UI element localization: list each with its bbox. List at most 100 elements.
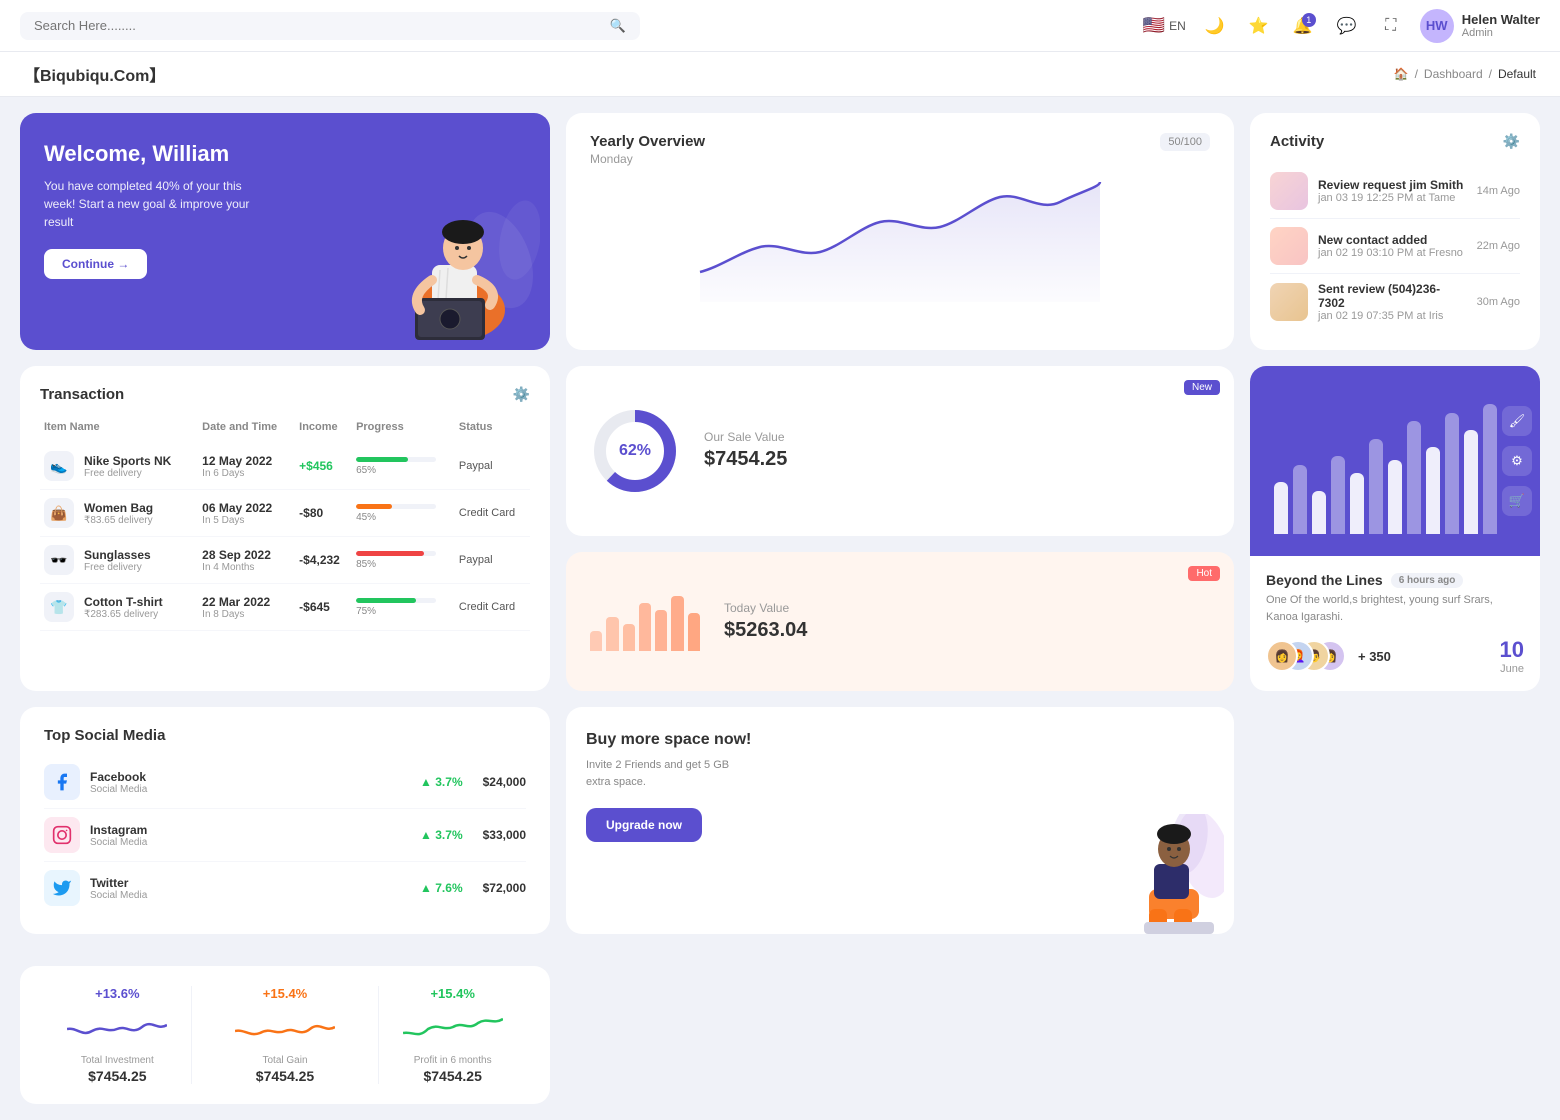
cart-icon[interactable]: 🛒 (1502, 486, 1532, 516)
table-row: 👕Cotton T-shirt₹283.65 delivery 22 Mar 2… (40, 584, 530, 631)
donut-label: 62% (619, 442, 651, 460)
beyond-title-text: Beyond the Lines (1266, 572, 1383, 588)
lang-label: EN (1169, 19, 1186, 33)
beyond-bar-item (1483, 404, 1497, 534)
buy-space-illustration (1094, 814, 1224, 934)
today-bar-item (590, 631, 602, 652)
stat-amount-3: $7454.25 (379, 1068, 526, 1084)
breadcrumb: 🏠 / Dashboard / Default (1394, 67, 1536, 81)
fb-type: Social Media (90, 784, 410, 795)
transaction-table: Item Name Date and Time Income Progress … (40, 415, 530, 631)
stat-amount-2: $7454.25 (212, 1068, 359, 1084)
beyond-info: Beyond the Lines 6 hours ago One Of the … (1250, 556, 1540, 691)
yearly-progress: 50/100 (1160, 133, 1210, 151)
paintbrush-icon[interactable]: 🖌 (1502, 406, 1532, 436)
sale-info: Our Sale Value $7454.25 (704, 430, 1210, 471)
user-text: Helen Walter Admin (1462, 12, 1540, 39)
fb-name: Facebook (90, 770, 410, 784)
activity-title-1: Review request jim Smith (1318, 178, 1467, 192)
today-value-card: Hot Today Value $5263.04 (566, 552, 1234, 692)
upgrade-button[interactable]: Upgrade now (586, 808, 702, 842)
gear-side-icon[interactable]: ⚙ (1502, 446, 1532, 476)
social-info-tw: Twitter Social Media (90, 876, 410, 901)
messages-icon[interactable]: 💬 (1332, 11, 1362, 41)
language-selector[interactable]: 🇺🇸 EN (1143, 15, 1186, 36)
table-row: 👜Women Bag₹83.65 delivery 06 May 2022In … (40, 490, 530, 537)
beyond-bar-item (1388, 460, 1402, 534)
fullscreen-icon[interactable]: ⛶ (1376, 11, 1406, 41)
beyond-bar-item (1407, 421, 1421, 534)
new-badge: New (1184, 380, 1220, 395)
june-month: June (1500, 663, 1524, 675)
welcome-subtitle: You have completed 40% of your this week… (44, 177, 264, 231)
breadcrumb-bar: 【Biqubiqu.Com】 🏠 / Dashboard / Default (0, 52, 1560, 97)
sparkline-3 (403, 1009, 503, 1045)
fb-change: ▲ 3.7% (420, 775, 463, 789)
activity-item: Review request jim Smith jan 03 19 12:25… (1270, 164, 1520, 219)
beyond-card: 🖌 ⚙ 🛒 Beyond the Lines 6 hours ago One O… (1250, 366, 1540, 691)
today-amount: $5263.04 (724, 619, 1210, 642)
social-title: Top Social Media (44, 727, 526, 744)
activity-title-3: Sent review (504)236-7302 (1318, 282, 1467, 310)
activity-thumb-3 (1270, 283, 1308, 321)
transaction-settings-icon[interactable]: ⚙️ (513, 386, 530, 403)
user-menu[interactable]: HW Helen Walter Admin (1420, 9, 1540, 43)
stat-label-3: Profit in 6 months (379, 1055, 526, 1066)
table-row: 🕶️SunglassesFree delivery 28 Sep 2022In … (40, 537, 530, 584)
main-grid: Welcome, William You have completed 40% … (0, 97, 1560, 707)
welcome-illustration (360, 180, 540, 350)
tw-amount: $72,000 (483, 881, 526, 895)
dark-mode-toggle[interactable]: 🌙 (1200, 11, 1230, 41)
activity-time-1: 14m Ago (1477, 185, 1520, 197)
tw-change: ▲ 7.6% (420, 881, 463, 895)
yearly-chart (590, 172, 1210, 302)
today-bar-item (623, 624, 635, 652)
stat-amount-1: $7454.25 (44, 1068, 191, 1084)
breadcrumb-default: Default (1498, 67, 1536, 81)
user-role: Admin (1462, 27, 1540, 39)
stat-investment: +13.6% Total Investment $7454.25 (44, 986, 191, 1084)
hot-badge: Hot (1188, 566, 1220, 581)
user-name: Helen Walter (1462, 12, 1540, 27)
june-num: 10 (1500, 637, 1524, 663)
notification-badge: 1 (1302, 13, 1316, 27)
activity-item-3: Sent review (504)236-7302 jan 02 19 07:3… (1270, 274, 1520, 330)
today-bar-item (606, 617, 618, 651)
tw-type: Social Media (90, 890, 410, 901)
col-status: Status (455, 415, 530, 443)
stat-gain: +15.4% Total Gain $7454.25 (191, 986, 379, 1084)
today-bar-item (688, 613, 700, 651)
buy-space-title: Buy more space now! (586, 731, 1214, 749)
stat-profit: +15.4% Profit in 6 months $7454.25 (378, 986, 526, 1084)
sparkline-2 (235, 1009, 335, 1045)
today-bar-item (671, 596, 683, 651)
col-income: Income (295, 415, 352, 443)
favorites-icon[interactable]: ⭐ (1244, 11, 1274, 41)
beyond-bar-item (1293, 465, 1307, 534)
notifications-icon[interactable]: 🔔 1 (1288, 11, 1318, 41)
activity-time-2: 22m Ago (1477, 240, 1520, 252)
tw-name: Twitter (90, 876, 410, 890)
welcome-title: Welcome, William (44, 141, 526, 167)
breadcrumb-dashboard[interactable]: Dashboard (1424, 67, 1483, 81)
activity-item-2: New contact added jan 02 19 03:10 PM at … (1270, 219, 1520, 274)
ig-amount: $33,000 (483, 828, 526, 842)
beyond-bar-item (1426, 447, 1440, 534)
avatar-1: 👩 (1266, 640, 1298, 672)
flag-icon: 🇺🇸 (1143, 15, 1165, 36)
beyond-bar-item (1445, 413, 1459, 534)
facebook-icon (44, 764, 80, 800)
yearly-title: Yearly Overview (590, 133, 705, 150)
search-input[interactable] (34, 18, 602, 33)
col-item: Item Name (40, 415, 198, 443)
activity-settings-icon[interactable]: ⚙️ (1503, 133, 1520, 150)
brand-logo: 【Biqubiqu.Com】 (24, 62, 165, 86)
search-bar[interactable]: 🔍 (20, 12, 640, 40)
sale-amount: $7454.25 (704, 448, 1210, 471)
activity-info-3: Sent review (504)236-7302 jan 02 19 07:3… (1318, 282, 1467, 322)
stats-card: +13.6% Total Investment $7454.25 +15.4% … (20, 966, 550, 1104)
activity-info-1: Review request jim Smith jan 03 19 12:25… (1318, 178, 1467, 204)
sparkline-1 (67, 1009, 167, 1045)
continue-button[interactable]: Continue → (44, 249, 147, 279)
home-icon[interactable]: 🏠 (1394, 67, 1409, 81)
